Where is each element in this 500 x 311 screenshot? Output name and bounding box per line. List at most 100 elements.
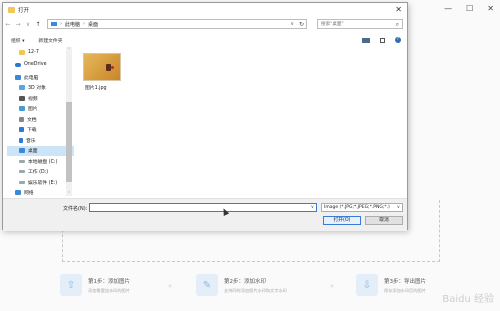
- open-file-dialog: 打开 ✕ ← → ∨ ↑ › 此电脑 › 桌面 ∨ ↻ 搜索"桌面" ⌕ 组织 …: [2, 2, 408, 231]
- sidebar-item-label: 娱乐软件 (E:): [28, 180, 58, 186]
- sidebar-item-downloads[interactable]: 下载: [7, 125, 74, 136]
- sidebar-item-label: 12-7: [28, 49, 39, 55]
- folder-icon: [19, 49, 25, 55]
- scroll-up-icon[interactable]: ˄: [66, 47, 72, 52]
- breadcrumb-separator: ›: [60, 21, 62, 27]
- sidebar-item-music[interactable]: 音乐: [7, 135, 74, 146]
- help-icon[interactable]: ?: [395, 37, 401, 43]
- step-2: ✎ 第2步：添加水印 支持同时添加图片水印和文字水印: [196, 274, 287, 296]
- breadcrumb-desktop[interactable]: 桌面: [88, 21, 98, 28]
- watermark-logo: Baidu 经验: [442, 294, 494, 305]
- file-list-pane: 图片1.jpg: [75, 47, 405, 196]
- sidebar-item-label: 音乐: [26, 138, 36, 144]
- refresh-icon[interactable]: ↻: [299, 21, 304, 28]
- pc-icon: [15, 74, 21, 80]
- step-3: ⇩ 第3步：导出图片 保存添加水印后的图片: [356, 274, 426, 296]
- close-icon[interactable]: ✕: [487, 4, 494, 13]
- recent-dropdown-icon[interactable]: ∨: [23, 21, 33, 28]
- filename-label: 文件名(N):: [63, 206, 88, 212]
- cloud-icon: [15, 62, 21, 67]
- breadcrumb-this-pc[interactable]: 此电脑: [65, 21, 80, 28]
- sidebar-item-label: 工作 (D:): [28, 170, 49, 176]
- file-type-value: Image (*.JPG;*.JPEG;*.PNG;*.): [324, 205, 390, 210]
- view-options-icon[interactable]: [362, 38, 370, 43]
- navigation-pane: 12-7 OneDrive 此电脑 3D 对象 视频 图片 文档 下载 音乐 桌…: [7, 47, 74, 196]
- desktop-icon: [19, 148, 25, 154]
- file-type-select[interactable]: Image (*.JPG;*.JPEG;*.PNG;*.) ∨: [321, 203, 403, 212]
- sidebar-item-label: 3D 对象: [28, 86, 46, 92]
- video-icon: [19, 95, 25, 101]
- thumbnail-figure: [111, 66, 114, 69]
- music-icon: [19, 137, 23, 143]
- drive-icon: [19, 170, 25, 174]
- step-1-title: 第1步：添加图片: [88, 278, 130, 285]
- pc-icon: [51, 22, 57, 26]
- sidebar-item-label: 此电脑: [24, 75, 39, 81]
- window-controls: — ☐ ✕: [444, 4, 494, 13]
- step-3-desc: 保存添加水印后的图片: [384, 287, 426, 293]
- network-icon: [15, 190, 21, 196]
- dialog-toolbar: 组织 ▾ 新建文件夹 ?: [3, 35, 407, 45]
- sidebar-item-label: 本地磁盘 (C:): [28, 159, 58, 165]
- back-arrow-icon[interactable]: ←: [3, 21, 13, 28]
- search-input[interactable]: 搜索"桌面" ⌕: [317, 19, 403, 29]
- sidebar-item-network[interactable]: 网络: [7, 188, 74, 196]
- scrollbar-thumb[interactable]: [66, 102, 72, 182]
- close-icon[interactable]: ✕: [395, 5, 402, 14]
- chevron-down-icon[interactable]: ∨: [397, 204, 400, 211]
- step-1: ⇧ 第1步：添加图片 添加需要加水印的图片: [60, 274, 130, 296]
- sidebar-item-3d-objects[interactable]: 3D 对象: [7, 83, 74, 94]
- step-2-title: 第2步：添加水印: [224, 278, 266, 285]
- chevron-down-icon[interactable]: ∨: [311, 205, 314, 210]
- drive-icon: [19, 159, 25, 163]
- sidebar-item-drive-d[interactable]: 工作 (D:): [7, 167, 74, 178]
- download-icon: [19, 127, 24, 133]
- search-icon[interactable]: ⌕: [396, 21, 399, 29]
- sidebar-item-label: 视频: [28, 96, 38, 102]
- sidebar-item-label: 桌面: [28, 149, 38, 155]
- file-thumbnail[interactable]: [83, 53, 121, 81]
- upload-icon: ⇧: [60, 274, 82, 296]
- sidebar-item-pictures[interactable]: 图片: [7, 104, 74, 115]
- sidebar-item-label: 图片: [28, 107, 38, 113]
- breadcrumb-separator: ›: [83, 21, 86, 27]
- open-button[interactable]: 打开(O): [323, 216, 361, 225]
- steps-bar: ⇧ 第1步：添加图片 添加需要加水印的图片 » ✎ 第2步：添加水印 支持同时添…: [60, 274, 480, 304]
- maximize-icon[interactable]: ☐: [466, 4, 473, 13]
- sidebar-item-label: 文档: [27, 117, 37, 123]
- up-arrow-icon[interactable]: ↑: [33, 21, 43, 28]
- chevron-down-icon[interactable]: ∨: [290, 21, 294, 27]
- cube-icon: [19, 85, 25, 91]
- sidebar-item-label: 网络: [24, 191, 34, 196]
- cancel-button[interactable]: 取消: [365, 216, 403, 225]
- sidebar-item-drive-e[interactable]: 娱乐软件 (E:): [7, 177, 74, 188]
- arrow-icon: »: [168, 282, 173, 290]
- sidebar-item-documents[interactable]: 文档: [7, 114, 74, 125]
- sidebar-item-desktop[interactable]: 桌面: [7, 145, 74, 156]
- step-2-desc: 支持同时添加图片水印和文字水印: [224, 287, 287, 293]
- file-name-label[interactable]: 图片1.jpg: [85, 84, 107, 91]
- step-3-title: 第3步：导出图片: [384, 278, 426, 285]
- dialog-bottom-bar: 文件名(N): ∨ Image (*.JPG;*.JPEG;*.PNG;*.) …: [3, 198, 407, 231]
- navigation-bar: ← → ∨ ↑ › 此电脑 › 桌面 ∨ ↻ 搜索"桌面" ⌕: [3, 17, 407, 31]
- forward-arrow-icon[interactable]: →: [13, 21, 23, 28]
- filename-input[interactable]: ∨: [89, 203, 317, 212]
- sidebar-item-12-7[interactable]: 12-7: [7, 47, 74, 58]
- scroll-down-icon[interactable]: ˅: [66, 191, 72, 196]
- drive-icon: [19, 180, 25, 184]
- dialog-titlebar[interactable]: 打开 ✕: [3, 3, 407, 17]
- new-folder-button[interactable]: 新建文件夹: [39, 37, 63, 44]
- organize-menu-button[interactable]: 组织 ▾: [11, 37, 25, 44]
- minimize-icon[interactable]: —: [444, 4, 452, 13]
- sidebar-item-drive-c[interactable]: 本地磁盘 (C:): [7, 156, 74, 167]
- folder-icon: [8, 7, 15, 13]
- arrow-icon: »: [330, 282, 335, 290]
- sidebar-item-onedrive[interactable]: OneDrive: [7, 60, 74, 71]
- sidebar-item-videos[interactable]: 视频: [7, 93, 74, 104]
- sidebar-item-this-pc[interactable]: 此电脑: [7, 72, 74, 83]
- preview-pane-icon[interactable]: [380, 38, 385, 43]
- address-bar[interactable]: › 此电脑 › 桌面 ∨ ↻: [47, 19, 307, 29]
- picture-icon: [19, 106, 25, 112]
- edit-icon: ✎: [196, 274, 218, 296]
- navigation-scrollbar[interactable]: ˄ ˅: [66, 47, 72, 196]
